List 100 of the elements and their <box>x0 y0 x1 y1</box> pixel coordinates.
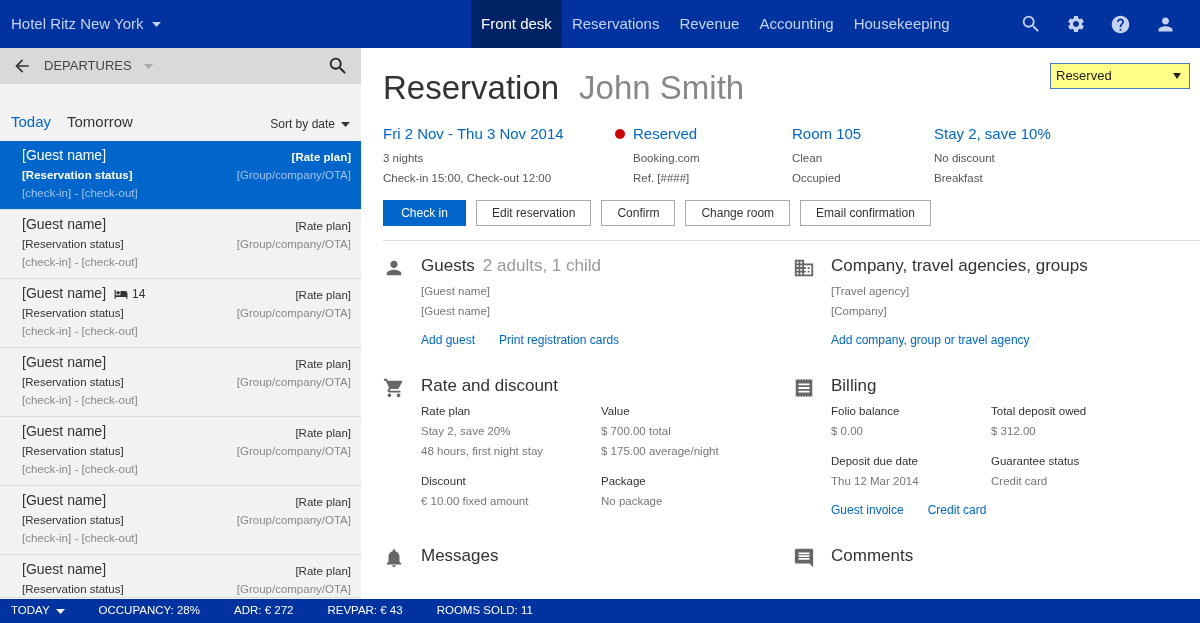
page-title: Reservation <box>383 68 560 108</box>
reservation-status: [Reservation status] <box>22 306 125 321</box>
stay-dates: [check-in] - [check-out] <box>22 462 138 477</box>
summary-line: No discount <box>934 151 996 166</box>
field-label: Deposit due date <box>831 454 919 469</box>
nav-tab[interactable]: Revenue <box>669 0 750 48</box>
group-name: [Group/company/OTA] <box>236 513 351 529</box>
section-title: Billing <box>831 375 877 397</box>
field-value: $ 0.00 <box>831 424 864 439</box>
cart-icon <box>383 377 405 399</box>
departure-list-item[interactable]: [Guest name] [Reservation status] [check-in] - [check-out] [Rate plan] [Group/company/OTA] <box>0 141 361 210</box>
stay-dates: [check-in] - [check-out] <box>22 255 138 270</box>
help-icon[interactable] <box>1110 13 1131 35</box>
receipt-icon <box>793 377 815 399</box>
section-line: [Guest name] <box>421 284 492 299</box>
guest-name: [Guest name] <box>22 491 107 510</box>
settings-icon[interactable] <box>1066 14 1086 34</box>
summary-line: Clean <box>792 151 824 166</box>
section-title: Comments <box>831 545 914 567</box>
field-value: Credit card <box>991 474 1049 489</box>
caret-icon <box>55 608 65 614</box>
field-value: $ 175.00 average/night <box>601 444 720 459</box>
field-value: No package <box>601 494 664 509</box>
comment-icon <box>793 547 815 569</box>
rate-plan: [Rate plan] <box>295 288 351 303</box>
group-name: [Group/company/OTA] <box>236 168 351 184</box>
summary-line: Booking.com <box>632 151 701 166</box>
nav-tab[interactable]: Reservations <box>561 0 670 48</box>
status-select[interactable]: Reserved <box>1050 63 1190 89</box>
status-stat: OCCUPANCY: 28% <box>98 603 200 619</box>
section-subtitle: 2 adults, 1 child <box>482 255 601 277</box>
nav-tab[interactable]: Accounting <box>749 0 844 48</box>
group-name: [Group/company/OTA] <box>236 306 351 322</box>
rate-plan: [Rate plan] <box>295 219 351 234</box>
section-title: Messages <box>421 545 499 567</box>
section-line: [Travel agency] <box>831 284 911 299</box>
field-value: Stay 2, save 20% <box>421 424 512 439</box>
action-button[interactable]: Email confirmation <box>800 200 931 226</box>
reservation-status: [Reservation status] <box>22 375 125 390</box>
rate-plan: [Rate plan] <box>295 564 351 579</box>
guest-name: [Guest name] <box>22 353 107 372</box>
stay-dates: [check-in] - [check-out] <box>22 324 139 339</box>
summary-heading: Stay 2, save 10% <box>934 124 1051 144</box>
field-value: $ 700.00 total <box>601 424 672 439</box>
reservation-status: [Reservation status] <box>22 237 125 252</box>
rate-plan: [Rate plan] <box>295 426 351 441</box>
room-number: 14 <box>132 285 146 303</box>
stay-dates: [check-in] - [check-out] <box>22 393 138 408</box>
rate-plan: [Rate plan] <box>295 357 351 372</box>
nav-tab[interactable]: Housekeeping <box>843 0 960 48</box>
field-label: Rate plan <box>421 404 472 419</box>
guest-name: [Guest name] <box>22 284 107 303</box>
nav-tab[interactable]: Front desk <box>471 0 562 48</box>
summary-line: 3 nights <box>383 151 425 166</box>
field-label: Value <box>601 404 631 419</box>
group-name: [Group/company/OTA] <box>236 582 351 598</box>
section-link[interactable]: Credit card <box>927 501 987 519</box>
section-link[interactable]: Print registration cards <box>499 331 620 349</box>
day-tab[interactable]: Today <box>11 110 52 133</box>
action-button[interactable]: Edit reservation <box>476 200 592 226</box>
reservation-status: [Reservation status] <box>22 444 125 459</box>
sort-dropdown[interactable]: Sort by date <box>270 115 350 133</box>
summary-heading: Fri 2 Nov - Thu 3 Nov 2014 <box>383 124 564 144</box>
field-label: Discount <box>421 474 467 489</box>
day-tab[interactable]: Tomorrow <box>67 110 133 133</box>
building-icon <box>793 257 815 279</box>
guest-name: [Guest name] <box>22 215 107 234</box>
action-button[interactable]: Change room <box>685 200 791 226</box>
field-label: Package <box>601 474 647 489</box>
section-title: Guests <box>421 255 475 277</box>
rate-plan: [Rate plan] <box>295 495 351 510</box>
stay-dates: [check-in] - [check-out] <box>22 186 138 201</box>
status-stat: REVPAR: € 43 <box>327 603 403 619</box>
section-title: Company, travel agencies, groups <box>831 255 1088 277</box>
reservation-status: [Reservation status] <box>22 513 125 528</box>
section-link[interactable]: Add guest <box>421 331 476 349</box>
field-label: Folio balance <box>831 404 901 419</box>
group-name: [Group/company/OTA] <box>236 375 351 391</box>
period-selector[interactable]: TODAY <box>11 602 65 620</box>
summary-heading: Room 105 <box>792 124 862 144</box>
section-link[interactable]: Add company, group or travel agency <box>831 331 1030 349</box>
section-title: Rate and discount <box>421 375 559 397</box>
field-value: 48 hours, first night stay <box>421 444 545 459</box>
search-icon[interactable] <box>1020 13 1042 35</box>
guest-name: [Guest name] <box>22 146 107 165</box>
section-line: [Guest name] <box>421 304 492 319</box>
reservation-status: [Reservation status] <box>22 582 124 597</box>
summary-heading: Reserved <box>633 124 698 144</box>
action-button[interactable]: Confirm <box>601 200 676 226</box>
summary-line: Ref. [####] <box>632 171 691 186</box>
summary-line: Occupied <box>792 171 842 186</box>
summary-line: Breakfast <box>934 171 984 186</box>
search-icon[interactable] <box>327 55 349 77</box>
group-name: [Group/company/OTA] <box>236 444 351 460</box>
action-button[interactable]: Check in <box>383 200 466 226</box>
hotel-selector[interactable]: Hotel Ritz New York <box>0 0 471 48</box>
section-link[interactable]: Guest invoice <box>831 501 904 519</box>
group-name: [Group/company/OTA] <box>236 237 351 253</box>
summary-line: Check-in 15:00, Check-out 12:00 <box>383 171 553 186</box>
field-label: Guarantee status <box>991 454 1081 469</box>
